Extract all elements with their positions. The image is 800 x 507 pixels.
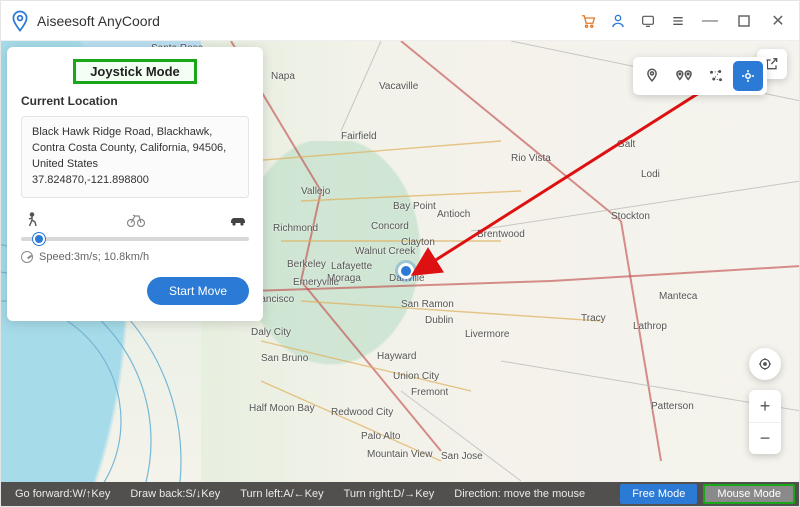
speed-value: Speed:3m/s; 10.8km/h xyxy=(39,251,149,263)
city-label: Vallejo xyxy=(301,186,330,197)
hint-forward: Go forward:W/↑Key xyxy=(5,488,120,500)
city-label: Richmond xyxy=(273,223,318,234)
close-button[interactable]: ✕ xyxy=(767,12,789,30)
speed-slider[interactable] xyxy=(21,237,249,241)
city-label: Redwood City xyxy=(331,407,393,418)
city-label: Rio Vista xyxy=(511,153,551,164)
feedback-icon[interactable] xyxy=(639,12,657,30)
city-label: Berkeley xyxy=(287,259,326,270)
joystick-mode-icon[interactable] xyxy=(733,61,763,91)
city-label: Lathrop xyxy=(633,321,667,332)
cart-icon[interactable] xyxy=(579,12,597,30)
city-label: Clayton xyxy=(401,237,435,248)
city-label: Napa xyxy=(271,71,295,82)
city-label: Fremont xyxy=(411,387,448,398)
one-stop-mode-icon[interactable] xyxy=(669,61,699,91)
zoom-control: + − xyxy=(749,390,781,454)
city-label: Daly City xyxy=(251,327,291,338)
city-label: Hayward xyxy=(377,351,416,362)
city-label: Palo Alto xyxy=(361,431,400,442)
zoom-out-button[interactable]: − xyxy=(749,422,781,454)
city-label: Concord xyxy=(371,221,409,232)
city-label: Fairfield xyxy=(341,131,377,142)
city-label: San Jose xyxy=(441,451,483,462)
walk-icon[interactable] xyxy=(23,212,41,231)
app-title: Aiseesoft AnyCoord xyxy=(37,13,160,29)
city-label: San Bruno xyxy=(261,353,308,364)
map-side-controls: + − xyxy=(749,348,781,454)
app-window: Aiseesoft AnyCoord — ✕ xyxy=(0,0,800,507)
city-label: Manteca xyxy=(659,291,697,302)
speedometer-icon xyxy=(21,251,33,263)
hint-right: Turn right:D/→Key xyxy=(334,488,445,500)
city-label: Emeryville xyxy=(293,277,339,288)
speed-mode-row xyxy=(21,212,249,231)
map-view[interactable]: Santa RosaNapaVacavilleFairfieldRio Vist… xyxy=(1,41,799,482)
city-label: Livermore xyxy=(465,329,509,340)
city-label: Galt xyxy=(617,139,635,150)
city-label: Bay Point xyxy=(393,201,436,212)
city-label: Tracy xyxy=(581,313,606,324)
address-text: Black Hawk Ridge Road, Blackhawk, Contra… xyxy=(32,125,238,173)
titlebar-controls: — ✕ xyxy=(579,12,789,30)
map-mode-toolbar xyxy=(633,57,767,95)
city-label: Dublin xyxy=(425,315,453,326)
address-box: Black Hawk Ridge Road, Blackhawk, Contra… xyxy=(21,116,249,198)
multi-stop-mode-icon[interactable] xyxy=(701,61,731,91)
city-label: Vacaville xyxy=(379,81,418,92)
speed-slider-thumb[interactable] xyxy=(33,233,45,245)
panel-title: Joystick Mode xyxy=(73,59,197,84)
recenter-button[interactable] xyxy=(749,348,781,380)
city-label: Half Moon Bay xyxy=(249,403,315,414)
zoom-in-button[interactable]: + xyxy=(749,390,781,422)
city-label: Union City xyxy=(393,371,439,382)
hint-back: Draw back:S/↓Key xyxy=(120,488,230,500)
city-label: Lodi xyxy=(641,169,660,180)
titlebar: Aiseesoft AnyCoord — ✕ xyxy=(1,1,799,41)
city-label: Lafayette xyxy=(331,261,372,272)
maximize-button[interactable] xyxy=(733,12,755,30)
car-icon[interactable] xyxy=(229,213,247,229)
city-label: Patterson xyxy=(651,401,694,412)
coords-text: 37.824870,-121.898800 xyxy=(32,173,238,189)
modify-location-icon[interactable] xyxy=(637,61,667,91)
joystick-panel: Joystick Mode Current Location Black Haw… xyxy=(7,47,263,321)
minimize-button[interactable]: — xyxy=(699,12,721,30)
bottom-hint-bar: Go forward:W/↑Key Draw back:S/↓Key Turn … xyxy=(1,482,799,506)
bike-icon[interactable] xyxy=(126,213,144,230)
app-logo-icon xyxy=(11,10,29,32)
city-label: San Ramon xyxy=(401,299,454,310)
city-label: Mountain View xyxy=(367,449,432,460)
speed-readout: Speed:3m/s; 10.8km/h xyxy=(21,251,249,263)
city-label: Antioch xyxy=(437,209,470,220)
city-label: Stockton xyxy=(611,211,650,222)
free-mode-button[interactable]: Free Mode xyxy=(620,484,697,504)
menu-icon[interactable] xyxy=(669,12,687,30)
current-location-marker xyxy=(398,263,414,279)
current-location-label: Current Location xyxy=(21,94,249,108)
mouse-mode-button[interactable]: Mouse Mode xyxy=(703,484,795,504)
account-icon[interactable] xyxy=(609,12,627,30)
hint-left: Turn left:A/←Key xyxy=(230,488,333,500)
start-move-button[interactable]: Start Move xyxy=(147,277,249,305)
hint-direction: Direction: move the mouse xyxy=(444,488,595,500)
city-label: Brentwood xyxy=(477,229,525,240)
